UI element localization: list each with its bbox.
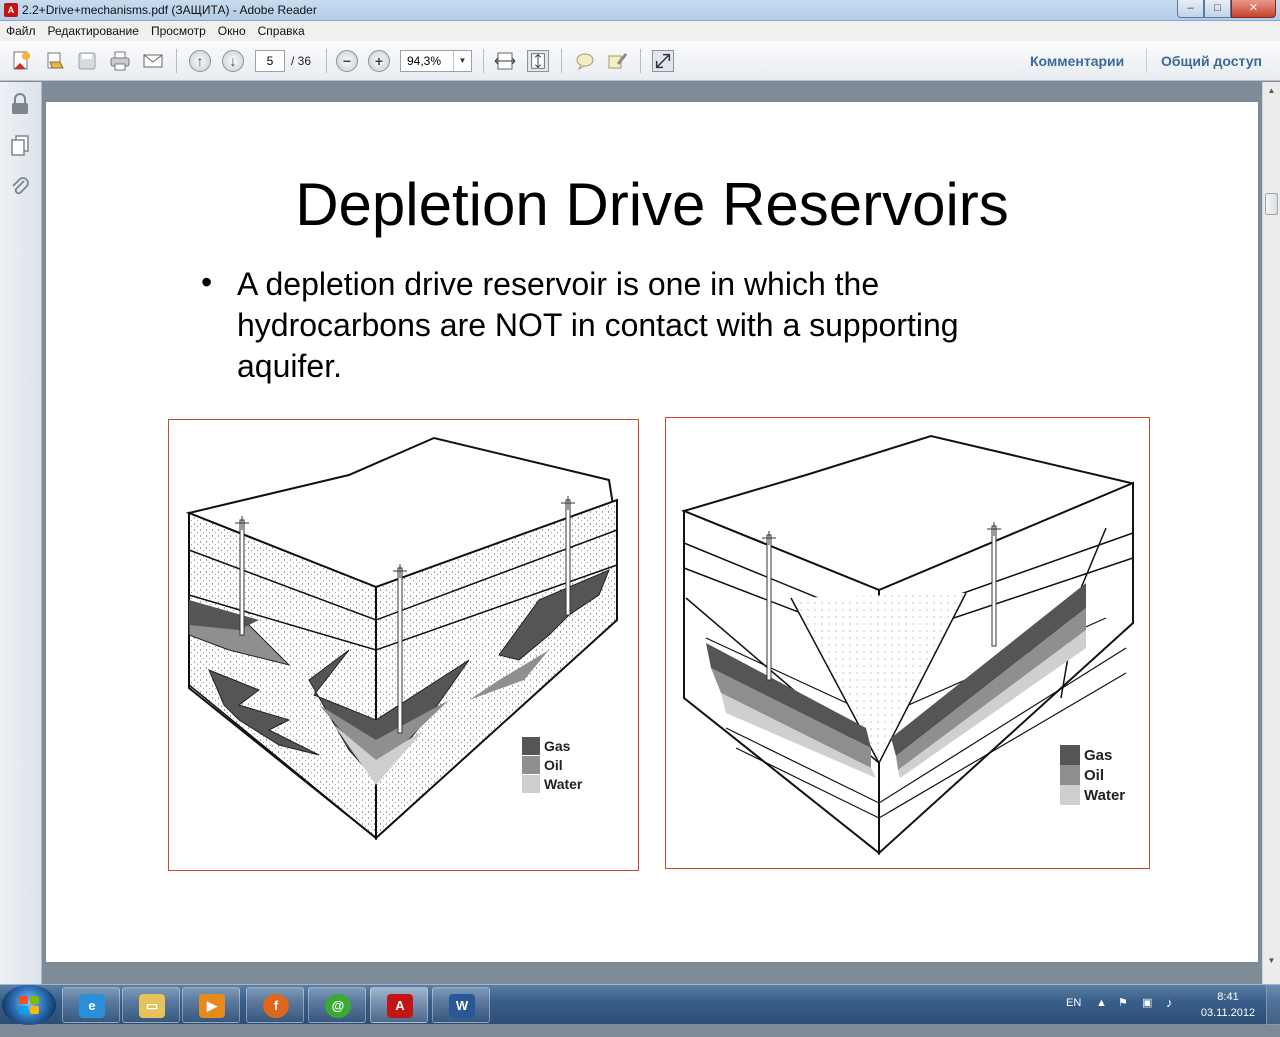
legend-swatch-water — [1060, 785, 1080, 805]
clock-time: 8:41 — [1217, 991, 1239, 1003]
taskbar-file-explorer[interactable]: ▭ — [122, 987, 180, 1023]
menu-edit[interactable]: Редактирование — [42, 24, 145, 38]
system-clock[interactable]: 8:41 03.11.2012 — [1198, 989, 1258, 1021]
comment-icon[interactable] — [574, 50, 596, 72]
legend-swatch-gas — [522, 737, 540, 755]
legend-water: Water — [544, 776, 583, 792]
legend-gas: Gas — [544, 738, 571, 754]
vertical-scrollbar[interactable]: ▲ ▼ — [1262, 82, 1280, 984]
open-file-icon[interactable] — [44, 50, 66, 72]
fullscreen-icon[interactable] — [652, 50, 674, 72]
zoom-in-icon[interactable]: + — [368, 50, 390, 72]
show-desktop-button[interactable] — [1266, 985, 1280, 1025]
taskbar-media-player[interactable]: ▶ — [182, 987, 240, 1023]
figure-anticline-reservoir: Gas Oil Water — [168, 419, 639, 871]
pdf-page: Depletion Drive Reservoirs • A depletion… — [46, 102, 1258, 962]
attachment-icon[interactable] — [9, 175, 31, 199]
adobe-reader-icon: A — [387, 994, 413, 1018]
zoom-value: 94,3% — [407, 54, 442, 68]
reservoir-block-diagram-2: Gas Oil Water — [680, 434, 1134, 856]
volume-icon[interactable]: ♪ — [1166, 995, 1173, 1035]
fit-page-icon[interactable] — [527, 50, 549, 72]
legend-swatch-water — [522, 775, 540, 793]
language-indicator[interactable]: EN — [1066, 997, 1081, 1037]
legend-swatch-oil — [1060, 765, 1080, 785]
window-title: 2.2+Drive+mechanisms.pdf (ЗАЩИТА) - Adob… — [22, 3, 317, 17]
taskbar-adobe-reader[interactable]: A — [370, 987, 428, 1023]
bullet-text: A depletion drive reservoir is one in wh… — [237, 266, 959, 384]
network-icon[interactable]: ▣ — [1142, 996, 1152, 1036]
clock-date: 03.11.2012 — [1200, 1007, 1256, 1019]
maximize-button[interactable]: □ — [1204, 0, 1231, 18]
slide-title: Depletion Drive Reservoirs — [295, 171, 1009, 238]
start-button[interactable] — [2, 985, 56, 1025]
title-bar: A 2.2+Drive+mechanisms.pdf (ЗАЩИТА) - Ad… — [0, 0, 1280, 21]
taskbar-word[interactable]: W — [432, 987, 490, 1023]
document-view[interactable]: Depletion Drive Reservoirs • A depletion… — [43, 82, 1262, 984]
fit-width-icon[interactable] — [494, 50, 516, 72]
highlight-icon[interactable] — [606, 50, 628, 72]
adobe-reader-icon: A — [4, 3, 18, 17]
taskbar-mail-agent[interactable]: @ — [308, 987, 366, 1023]
internet-explorer-icon: e — [79, 994, 105, 1018]
folder-icon: ▭ — [139, 994, 165, 1018]
taskbar-internet-explorer[interactable]: e — [62, 987, 120, 1023]
page-number-input[interactable]: 5 — [255, 50, 285, 72]
comments-link[interactable]: Комментарии — [1030, 53, 1124, 69]
firefox-icon: f — [263, 994, 289, 1018]
navigation-panel — [0, 82, 42, 984]
next-page-icon[interactable]: ↓ — [222, 50, 244, 72]
legend-oil: Oil — [1084, 767, 1104, 784]
create-pdf-icon[interactable] — [10, 50, 32, 72]
menu-help[interactable]: Справка — [252, 24, 311, 38]
minimize-button[interactable]: – — [1177, 0, 1204, 18]
media-player-icon: ▶ — [199, 994, 225, 1018]
scroll-thumb[interactable] — [1265, 193, 1278, 215]
taskbar-firefox[interactable]: f — [246, 987, 304, 1023]
legend-swatch-oil — [522, 756, 540, 774]
menu-window[interactable]: Окно — [212, 24, 252, 38]
pages-icon[interactable] — [9, 134, 31, 158]
menu-file[interactable]: Файл — [0, 24, 42, 38]
zoom-out-icon[interactable]: − — [336, 50, 358, 72]
legend-swatch-gas — [1060, 745, 1080, 765]
legend-gas: Gas — [1084, 747, 1112, 764]
legend-oil: Oil — [544, 757, 563, 773]
windows-logo-icon — [19, 996, 39, 1014]
page-total: / 36 — [291, 54, 312, 68]
legend-water: Water — [1084, 787, 1125, 804]
action-center-icon[interactable]: ⚑ — [1118, 996, 1128, 1036]
scroll-up-icon[interactable]: ▲ — [1265, 84, 1278, 97]
share-link[interactable]: Общий доступ — [1161, 53, 1262, 69]
mail-agent-icon: @ — [325, 994, 351, 1018]
close-button[interactable]: ✕ — [1231, 0, 1276, 18]
lock-icon[interactable] — [9, 92, 31, 116]
reservoir-block-diagram-1: Gas Oil Water — [185, 436, 619, 841]
scroll-down-icon[interactable]: ▼ — [1265, 954, 1278, 967]
menu-bar: Файл Редактирование Просмотр Окно Справк… — [0, 21, 1280, 41]
taskbar: e ▭ ▶ f @ A W EN ▲ ⚑ ▣ ♪ 8:41 03.11.2012 — [0, 984, 1280, 1025]
bullet-marker: • — [201, 264, 213, 300]
menu-view[interactable]: Просмотр — [145, 24, 212, 38]
word-icon: W — [449, 994, 475, 1018]
print-icon[interactable] — [109, 50, 131, 72]
save-icon[interactable] — [76, 50, 98, 72]
previous-page-icon[interactable]: ↑ — [189, 50, 211, 72]
chevron-down-icon[interactable]: ▼ — [453, 51, 471, 71]
zoom-select[interactable]: 94,3% ▼ — [400, 50, 472, 72]
email-icon[interactable] — [142, 50, 164, 72]
toolbar: ↑ ↓ 5 / 36 − + 94,3% ▼ Комментарии Общий… — [0, 41, 1280, 81]
figure-fault-reservoir: Gas Oil Water — [665, 417, 1150, 869]
show-hidden-icons-icon[interactable]: ▲ — [1096, 997, 1107, 1037]
